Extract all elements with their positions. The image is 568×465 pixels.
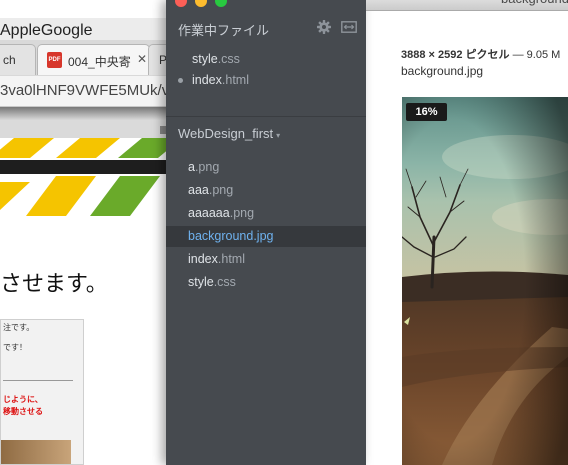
bookmarks-text[interactable]: AppleGoogle [0,22,93,40]
viewer-title-bar: background [366,0,568,11]
file-name: background [188,229,254,243]
tree-item[interactable]: index.html [188,252,245,266]
pdf-thumbnail: 注です。 です！ じように、 移動させる [0,319,84,465]
thumbnail-divider [3,380,73,381]
viewer-title: background [501,0,568,6]
file-name: index [188,252,218,266]
window-maximize-button[interactable] [215,0,227,7]
thumbnail-red-text: じように、 [3,395,43,404]
working-file-item-active[interactable]: index.html [192,73,249,87]
tab-label: ch [3,53,16,67]
file-extension: .png [229,206,255,220]
image-file-size: — 9.05 M [512,49,561,61]
working-file-item[interactable]: style.css [192,52,240,66]
file-name: aaa [188,183,209,197]
file-extension: .jpg [253,229,274,243]
file-name: style [192,52,218,66]
pdf-icon: PDF [47,52,62,68]
tree-item[interactable]: style.css [188,275,236,289]
file-extension: .html [221,73,249,87]
image-unit: ピクセル [465,49,510,61]
working-files-title: 作業中ファイル [178,23,270,38]
image-dimensions: 3888 × 2592 [401,49,463,61]
file-name: index [192,73,222,87]
window-minimize-button[interactable] [195,0,207,7]
sidebar-divider [166,116,366,117]
thumbnail-red-text: 移動させる [3,407,43,416]
window-close-button[interactable] [175,0,187,7]
thumbnail-text: です！ [3,343,27,352]
active-file-dot-icon [178,78,183,83]
tree-item[interactable]: aaaaaa.png [188,206,254,220]
browser-tab-active[interactable]: PDF 004_中央寄 [37,44,150,75]
project-dropdown[interactable]: WebDesign_first ▾ [178,126,280,141]
file-extension: .png [208,183,234,197]
file-extension: .css [217,52,240,66]
zoom-level-badge: 16% [406,103,447,121]
split-view-icon[interactable] [341,21,357,33]
thumbnail-text: 注です。 [3,323,35,332]
image-info: 3888 × 2592 ピクセル — 9.05 M [401,46,560,62]
tree-item-selected[interactable]: background.jpg [188,229,273,243]
file-name: style [188,275,214,289]
caret-down-icon: ▾ [276,131,281,140]
project-name: WebDesign_first [178,126,274,141]
browser-window: AppleGoogle ch PDF 004_中央寄 ✕ P 3va0lHNF9… [0,0,170,465]
tree-item[interactable]: a.png [188,160,219,174]
page-text: させます。 [0,271,108,296]
editor-sidebar: 作業中ファイル style.css index.html WebDesign_f… [166,0,366,465]
tab-label: 004_中央寄 [68,55,131,69]
browser-tab[interactable]: ch [0,44,36,75]
url-text[interactable]: 3va0lHNF9VWFE5MUk/vi [0,82,170,99]
file-extension: .html [217,252,245,266]
tree-item[interactable]: aaa.png [188,183,233,197]
hazard-stripe-banner [0,120,170,216]
file-extension: .png [194,160,220,174]
file-name: a [188,160,195,174]
thumbnail-photo [1,440,71,464]
gear-icon[interactable] [316,19,332,35]
image-filename: background.jpg [401,64,484,78]
file-extension: .css [213,275,236,289]
file-name: aaaaaa [188,206,230,220]
image-preview[interactable] [402,97,568,465]
tab-close-icon[interactable]: ✕ [137,52,147,66]
